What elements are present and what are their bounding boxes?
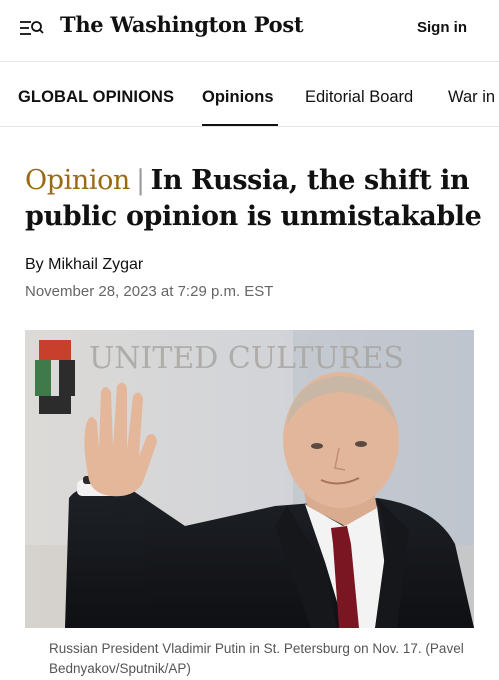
tab-editorial-board[interactable]: Editorial Board <box>305 88 413 107</box>
section-nav: GLOBAL OPINIONS Opinions Editorial Board… <box>0 63 499 127</box>
active-tab-indicator <box>202 124 278 126</box>
publish-timestamp: November 28, 2023 at 7:29 p.m. EST <box>25 283 274 300</box>
menu-search-icon[interactable] <box>18 18 44 40</box>
top-bar: The Washington Post Sign in <box>0 0 499 62</box>
sign-in-button[interactable]: Sign in <box>417 19 467 36</box>
section-title[interactable]: GLOBAL OPINIONS <box>18 88 174 107</box>
byline: By Mikhail Zygar <box>25 256 143 274</box>
opinion-kicker[interactable]: Opinion <box>25 165 130 196</box>
photo-caption: Russian President Vladimir Putin in St. … <box>49 641 464 676</box>
article-photo[interactable]: UNITED CULTURES <box>25 330 474 628</box>
tab-opinions[interactable]: Opinions <box>202 88 274 107</box>
site-logo[interactable]: The Washington Post <box>60 12 304 37</box>
tab-war-in[interactable]: War in <box>448 88 495 107</box>
article-headline: Opinion | In Russia, the shift in public o… <box>25 163 485 235</box>
kicker-separator: | <box>135 165 145 196</box>
backdrop-text: UNITED CULTURES <box>89 341 404 376</box>
author-link[interactable]: By Mikhail Zygar <box>25 256 143 273</box>
